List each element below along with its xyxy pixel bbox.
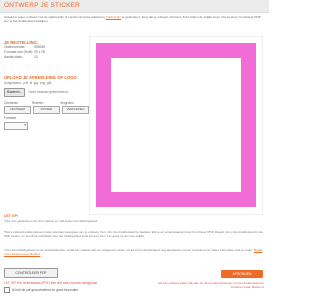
rotate-button[interactable]: ROTEER xyxy=(33,106,60,114)
notice-text: *Het roze gedeelte is de 3mm afloop en v… xyxy=(4,219,99,223)
order-value: 10 xyxy=(34,55,38,59)
upload-hint: (toegestaan: .pdf .tif .jpg .png .gif) xyxy=(4,81,52,85)
sticker-preview xyxy=(89,36,263,215)
control-label: Vergroten xyxy=(60,101,74,105)
notice-heading: LET OP! xyxy=(4,214,19,218)
center-button[interactable]: CENTREER xyxy=(4,106,31,114)
send-note: Als het ontwerp klopt, klik dan op Verze… xyxy=(158,281,264,290)
upload-heading: UPLOAD JE AFBEELDING OF LOGO xyxy=(4,75,77,80)
check-pdf-button[interactable]: CONTROLEER PDF xyxy=(4,268,58,278)
file-picker: Bladeren... Geen bestand geselecteerd. xyxy=(4,88,68,97)
order-label: Aantal stuks: xyxy=(4,55,23,59)
approve-checkbox[interactable] xyxy=(4,287,10,293)
browse-button[interactable]: Bladeren... xyxy=(4,88,26,97)
chevron-down-icon: ▾ xyxy=(24,123,26,127)
approve-label: Ik heb de pdf gecontroleerd en goed bevo… xyxy=(12,287,79,292)
pdf-warning: LET OP! Het drukbestand (PDF) kan niet m… xyxy=(4,281,99,285)
order-details: Ordernummer: 505059 Formaat mm (HxB): 25… xyxy=(4,45,84,60)
format-label: Formaat xyxy=(4,116,16,120)
control-labels: Centreren Roteren Vergroten xyxy=(4,101,88,105)
format-select[interactable]: ▾ xyxy=(4,122,28,130)
order-row: Aantal stuks: 10 xyxy=(4,55,84,60)
control-buttons: CENTREER ROTEER VERKLEINEN xyxy=(4,106,89,114)
print-area xyxy=(111,58,241,192)
sjabloon-link[interactable]: sjabloonlijn xyxy=(106,15,121,19)
resize-button[interactable]: VERKLEINEN xyxy=(62,106,89,114)
intro-text: Upload je eigen ontwerp met de sjabloonl… xyxy=(4,15,265,23)
info-paragraph: *Ons beoordelingsteam is de drukbestande… xyxy=(4,248,264,256)
file-status: Geen bestand geselecteerd. xyxy=(28,90,69,95)
info-paragraph: *Deze uploadmodule laat een lage resolut… xyxy=(4,230,263,239)
approve-row: Ik heb de pdf gecontroleerd en goed bevo… xyxy=(4,287,79,293)
finish-button[interactable]: AFRONDEN xyxy=(221,270,263,278)
control-label: Centreren xyxy=(4,101,19,105)
control-label: Roteren xyxy=(32,101,44,105)
info-text: *Ons beoordelingsteam is de drukbestande… xyxy=(4,248,254,252)
page-header: ONTWERP JE STICKER xyxy=(0,0,269,13)
bleed-area xyxy=(96,43,256,207)
page-title: ONTWERP JE STICKER xyxy=(4,2,81,9)
